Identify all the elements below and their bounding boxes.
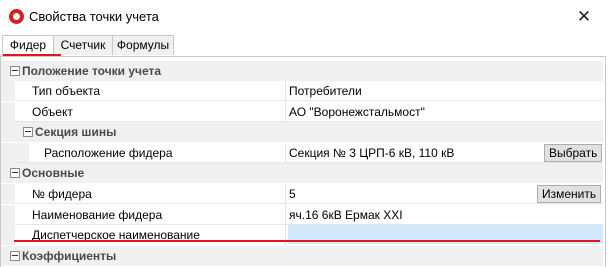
property-label: Объект xyxy=(32,105,73,119)
property-value[interactable]: яч.16 6кВ Ермак XXI xyxy=(289,205,403,225)
property-value[interactable]: 5 xyxy=(289,184,296,204)
title-bar: Свойства точки учета ✕ xyxy=(0,0,608,34)
tab-formulas[interactable]: Формулы xyxy=(112,35,174,55)
collapse-icon[interactable] xyxy=(10,168,20,178)
property-row[interactable]: Диспетчерское наименование xyxy=(1,225,603,245)
collapse-icon[interactable] xyxy=(10,66,20,76)
section-title: Коэффициенты xyxy=(22,249,117,263)
property-value[interactable]: Секция № 3 ЦРП-6 кВ, 110 кВ xyxy=(289,143,454,163)
property-grid: Положение точки учета Тип объекта Потреб… xyxy=(0,56,606,267)
section-title: Секция шины xyxy=(35,125,117,139)
select-button[interactable]: Выбрать xyxy=(544,144,603,162)
property-label: Наименование фидера xyxy=(32,208,163,222)
property-row[interactable]: Тип объекта Потребители xyxy=(1,81,603,101)
collapse-icon[interactable] xyxy=(10,251,20,261)
app-logo-icon xyxy=(9,9,24,24)
close-button[interactable]: ✕ xyxy=(572,6,596,28)
property-row[interactable]: № фидера 5 Изменить xyxy=(1,184,603,204)
tab-meter[interactable]: Счетчик xyxy=(53,35,113,55)
property-value[interactable]: АО "Воронежстальмост" xyxy=(289,102,425,122)
section-title: Положение точки учета xyxy=(22,64,162,78)
property-row[interactable]: Объект АО "Воронежстальмост" xyxy=(1,102,603,122)
change-button[interactable]: Изменить xyxy=(537,185,602,203)
highlight-underline xyxy=(14,240,600,242)
property-row[interactable]: Расположение фидера Секция № 3 ЦРП-6 кВ,… xyxy=(1,143,603,163)
section-main[interactable]: Основные xyxy=(1,163,603,183)
section-bus[interactable]: Секция шины xyxy=(1,122,603,142)
property-label: Диспетчерское наименование xyxy=(32,228,200,242)
section-location[interactable]: Положение точки учета xyxy=(1,61,603,81)
section-coefficients[interactable]: Коэффициенты xyxy=(1,246,603,266)
window-title: Свойства точки учета xyxy=(29,9,159,24)
tab-feeder[interactable]: Фидер xyxy=(2,35,54,56)
property-label: № фидера xyxy=(32,187,92,201)
collapse-icon[interactable] xyxy=(23,127,33,137)
property-row[interactable]: Наименование фидера яч.16 6кВ Ермак XXI xyxy=(1,205,603,225)
property-value[interactable]: Потребители xyxy=(289,81,362,101)
property-label: Тип объекта xyxy=(32,84,101,98)
property-label: Расположение фидера xyxy=(44,146,173,160)
section-title: Основные xyxy=(22,166,85,180)
